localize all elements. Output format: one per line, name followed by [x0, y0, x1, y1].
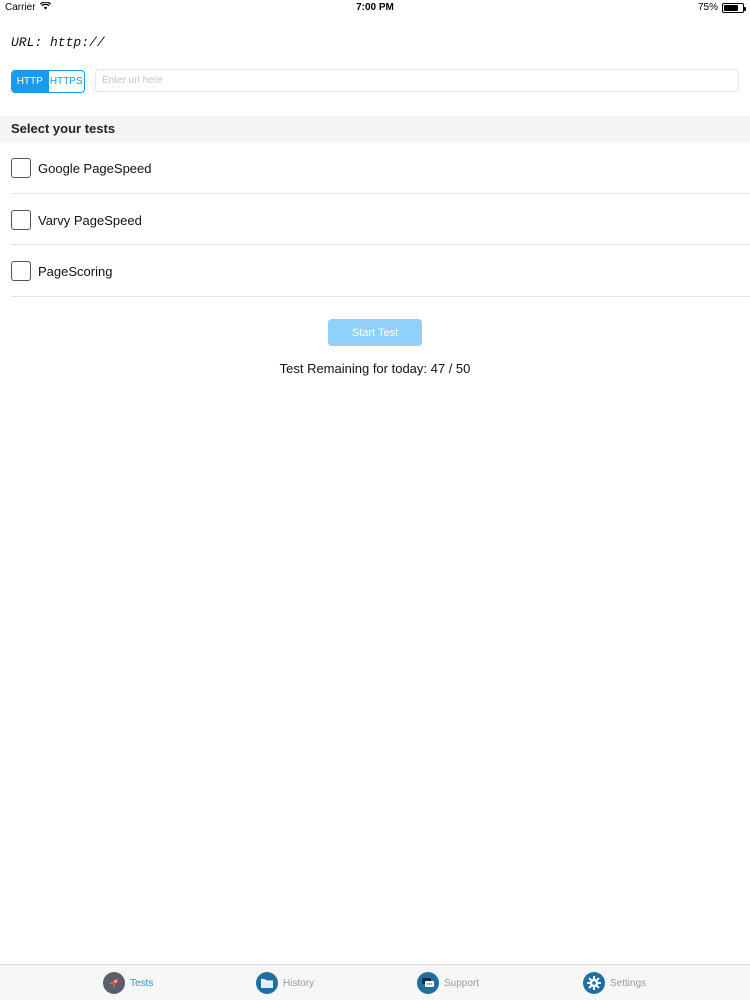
tab-tests[interactable]: Tests: [103, 972, 153, 994]
tab-bar: Tests History Support Settings: [0, 964, 750, 1000]
test-row-label: Varvy PageSpeed: [38, 212, 142, 228]
tab-label: Settings: [610, 977, 647, 989]
status-time: 7:00 PM: [356, 2, 394, 13]
battery-icon: [722, 2, 746, 13]
start-test-button[interactable]: Start Test: [328, 319, 422, 346]
gear-icon: [583, 972, 605, 994]
url-input[interactable]: [95, 69, 739, 92]
status-bar: Carrier 7:00 PM 75%: [0, 0, 750, 16]
test-row-label: Google PageSpeed: [38, 160, 152, 176]
tests-section-header: Select your tests: [0, 116, 750, 142]
row-divider: [11, 296, 750, 297]
test-row-label: PageScoring: [38, 263, 113, 279]
test-row-varvy-pagespeed[interactable]: Varvy PageSpeed: [0, 194, 750, 246]
google-pagespeed-checkbox[interactable]: [11, 158, 31, 178]
test-row-google-pagespeed[interactable]: Google PageSpeed: [0, 142, 750, 194]
rocket-icon: [103, 972, 125, 994]
tab-support[interactable]: Support: [417, 972, 479, 994]
folder-icon: [256, 972, 278, 994]
tab-label: Tests: [130, 977, 154, 989]
tab-label: Support: [444, 977, 480, 989]
tab-settings[interactable]: Settings: [583, 972, 646, 994]
protocol-option-http[interactable]: HTTP: [12, 71, 48, 92]
varvy-pagespeed-checkbox[interactable]: [11, 210, 31, 230]
battery-fill: [724, 4, 738, 11]
tests-remaining-text: Test Remaining for today: 47 / 50: [279, 361, 471, 376]
test-row-pagescoring[interactable]: PageScoring: [0, 245, 750, 297]
battery-percent: 75%: [697, 2, 718, 13]
protocol-segmented-control: HTTP HTTPS: [11, 70, 85, 93]
tab-history[interactable]: History: [256, 972, 314, 994]
url-label: URL: http://: [11, 35, 105, 50]
pagescoring-checkbox[interactable]: [11, 261, 31, 281]
protocol-option-https[interactable]: HTTPS: [47, 71, 84, 92]
chat-icon: [417, 972, 439, 994]
status-right: 75%: [697, 2, 746, 13]
tab-label: History: [283, 977, 315, 989]
